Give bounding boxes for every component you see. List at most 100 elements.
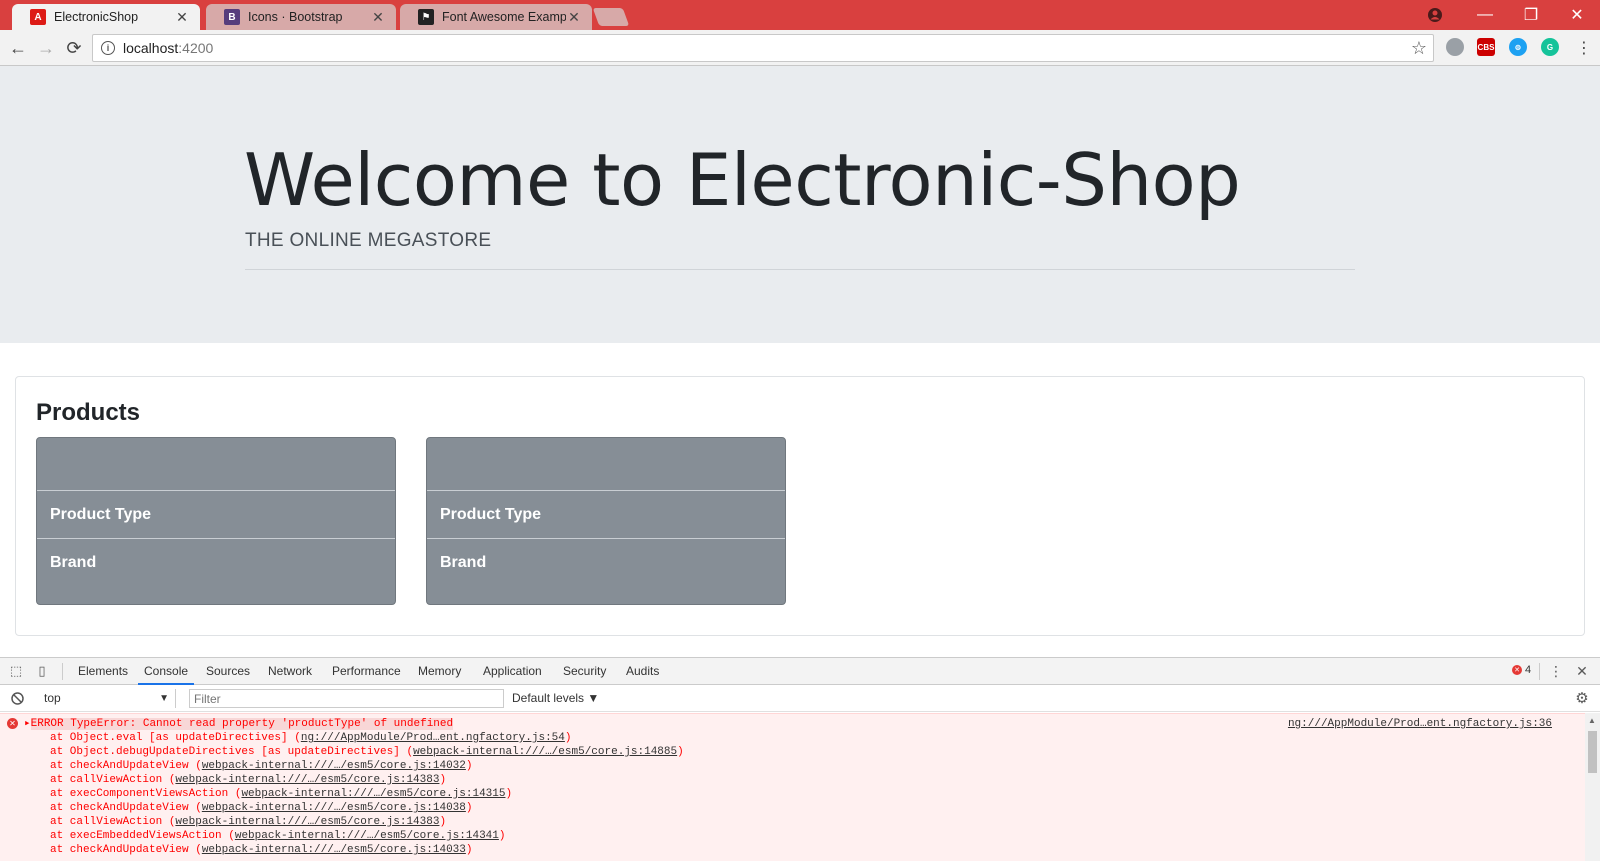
forward-icon[interactable]: → <box>34 36 58 60</box>
product-card[interactable]: Product Type Brand <box>36 437 396 605</box>
grammarly-icon[interactable]: G <box>1541 38 1559 56</box>
jumbotron: Welcome to Electronic-Shop THE ONLINE ME… <box>0 66 1600 343</box>
stack-link[interactable]: webpack-internal:///…/esm5/core.js:14885 <box>413 746 677 758</box>
tab-electronicshop[interactable]: A ElectronicShop ✕ <box>12 4 200 30</box>
stack-line: at callViewAction (webpack-internal:///…… <box>50 774 447 786</box>
clear-console-icon[interactable] <box>9 690 25 706</box>
stack-line: at callViewAction (webpack-internal:///…… <box>50 816 447 828</box>
restore-icon[interactable]: ❐ <box>1508 0 1554 30</box>
tab-memory[interactable]: Memory <box>412 658 467 685</box>
close-window-icon[interactable]: ✕ <box>1554 0 1600 30</box>
product-type-label: Product Type <box>50 506 152 523</box>
stack-link[interactable]: webpack-internal:///…/esm5/core.js:14383 <box>175 816 439 828</box>
stack-line: at checkAndUpdateView (webpack-internal:… <box>50 802 473 814</box>
product-card[interactable]: Product Type Brand <box>426 437 786 605</box>
info-icon[interactable]: i <box>101 41 115 55</box>
devtools-menu-icon[interactable]: ⋮ <box>1548 663 1564 679</box>
card-divider <box>37 538 395 539</box>
console-scrollbar[interactable]: ▲ <box>1585 713 1600 861</box>
devtools-tabbar: ⬚ ▯ Elements Console Sources Network Per… <box>0 658 1600 685</box>
brand-label: Brand <box>50 554 97 571</box>
stack-link[interactable]: webpack-internal:///…/esm5/core.js:14315 <box>241 788 505 800</box>
tab-font-awesome[interactable]: ⚑ Font Awesome Examples ✕ <box>400 4 592 30</box>
tab-network[interactable]: Network <box>262 658 318 685</box>
product-type-label: Product Type <box>440 506 542 523</box>
tab-sources[interactable]: Sources <box>200 658 256 685</box>
tab-performance[interactable]: Performance <box>326 658 407 685</box>
scroll-up-icon[interactable]: ▲ <box>1588 716 1596 725</box>
address-port: :4200 <box>178 40 214 56</box>
minimize-icon[interactable]: — <box>1462 0 1508 30</box>
tab-title: Icons · Bootstrap <box>248 10 343 24</box>
context-select[interactable]: top ▼ <box>36 689 176 708</box>
tab-audits[interactable]: Audits <box>620 658 665 685</box>
console-filter-input[interactable] <box>189 689 504 708</box>
back-icon[interactable]: ← <box>6 36 30 60</box>
bookmark-star-icon[interactable]: ☆ <box>1411 38 1427 59</box>
extension-cbs-icon[interactable]: CBS <box>1477 38 1495 56</box>
page-subtitle: THE ONLINE MEGASTORE <box>245 230 492 251</box>
tab-strip: A ElectronicShop ✕ B Icons · Bootstrap ✕… <box>0 0 1600 30</box>
profile-icon[interactable] <box>1425 5 1445 25</box>
stack-link[interactable]: webpack-internal:///…/esm5/core.js:14032 <box>202 760 466 772</box>
page-title: Welcome to Electronic-Shop <box>244 138 1241 222</box>
stack-line: at execEmbeddedViewsAction (webpack-inte… <box>50 830 506 842</box>
stack-link[interactable]: ng:///AppModule/Prod…ent.ngfactory.js:54 <box>301 732 565 744</box>
error-source-link[interactable]: ng:///AppModule/Prod…ent.ngfactory.js:36 <box>1288 718 1552 730</box>
console-output: ✕ ▸ERROR TypeError: Cannot read property… <box>0 713 1585 861</box>
flag-icon: ⚑ <box>418 9 434 25</box>
tab-application[interactable]: Application <box>477 658 548 685</box>
bootstrap-icon: B <box>224 9 240 25</box>
stack-link[interactable]: webpack-internal:///…/esm5/core.js:14341 <box>235 830 499 842</box>
divider <box>245 269 1355 270</box>
card-divider <box>427 490 785 491</box>
card-divider <box>37 490 395 491</box>
tab-console[interactable]: Console <box>138 658 195 685</box>
close-icon[interactable]: ✕ <box>566 9 582 26</box>
tab-security[interactable]: Security <box>557 658 612 685</box>
console-error-message[interactable]: ▸ERROR TypeError: Cannot read property '… <box>24 717 454 731</box>
tab-icons-bootstrap[interactable]: B Icons · Bootstrap ✕ <box>206 4 396 30</box>
inspect-element-icon[interactable]: ⬚ <box>8 663 24 679</box>
brand-label: Brand <box>440 554 487 571</box>
stack-link[interactable]: webpack-internal:///…/esm5/core.js:14038 <box>202 802 466 814</box>
error-icon: ✕ <box>1512 665 1522 675</box>
caret-down-icon: ▼ <box>159 693 169 704</box>
devtools-panel: ⬚ ▯ Elements Console Sources Network Per… <box>0 657 1600 861</box>
stack-link[interactable]: webpack-internal:///…/esm5/core.js:14033 <box>202 844 466 856</box>
error-icon: ✕ <box>7 718 18 729</box>
extension-cloud-icon[interactable] <box>1446 38 1464 56</box>
stack-line: at Object.debugUpdateDirectives [as upda… <box>50 746 684 758</box>
context-value: top <box>44 691 61 705</box>
address-bar[interactable]: i localhost:4200 ☆ <box>92 34 1434 62</box>
error-counter[interactable]: ✕ 4 <box>1512 664 1531 676</box>
chrome-menu-icon[interactable]: ⋮ <box>1572 36 1596 60</box>
reload-icon[interactable]: ⟳ <box>62 36 86 60</box>
stack-link[interactable]: webpack-internal:///…/esm5/core.js:14383 <box>175 774 439 786</box>
card-divider <box>427 538 785 539</box>
address-host: localhost <box>123 40 179 56</box>
browser-toolbar: ← → ⟳ i localhost:4200 ☆ CBS ⊜ G ⋮ <box>0 30 1600 66</box>
console-filter-bar: top ▼ Default levels ▼ ⚙ <box>0 685 1600 712</box>
stack-line: at checkAndUpdateView (webpack-internal:… <box>50 760 473 772</box>
close-icon[interactable]: ✕ <box>370 9 386 26</box>
device-toolbar-icon[interactable]: ▯ <box>34 663 50 679</box>
error-count: 4 <box>1525 664 1532 676</box>
stack-line: at execComponentViewsAction (webpack-int… <box>50 788 513 800</box>
scroll-thumb[interactable] <box>1588 731 1597 773</box>
log-levels-dropdown[interactable]: Default levels ▼ <box>512 689 599 708</box>
extension-blue-icon[interactable]: ⊜ <box>1509 38 1527 56</box>
stack-line: at checkAndUpdateView (webpack-internal:… <box>50 844 473 856</box>
new-tab-button[interactable] <box>592 8 630 26</box>
console-settings-gear-icon[interactable]: ⚙ <box>1574 690 1590 707</box>
angular-icon: A <box>30 9 46 25</box>
tab-title: ElectronicShop <box>54 10 139 24</box>
tab-elements[interactable]: Elements <box>72 658 134 685</box>
tab-title: Font Awesome Examples <box>442 10 566 24</box>
close-devtools-icon[interactable]: ✕ <box>1574 663 1590 679</box>
products-heading: Products <box>36 399 141 426</box>
separator <box>1539 663 1540 680</box>
close-icon[interactable]: ✕ <box>174 9 190 26</box>
separator <box>62 663 63 680</box>
stack-line: at Object.eval [as updateDirectives] (ng… <box>50 732 572 744</box>
